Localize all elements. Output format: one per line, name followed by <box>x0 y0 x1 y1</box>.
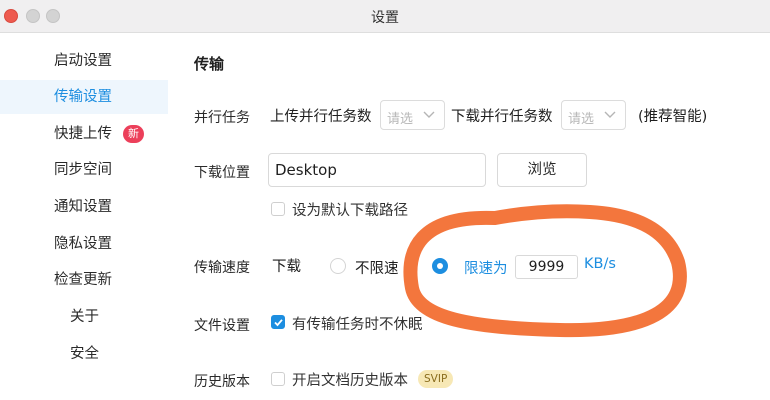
history-version-enable-label: 开启文档历史版本 <box>292 373 408 389</box>
download-location-field[interactable]: Desktop <box>268 153 486 187</box>
transfer-settings-panel: 传输 并行任务 上传并行任务数 请选 下载并行任务数 请选 (推荐智能) 下载位… <box>168 33 770 400</box>
sidebar-item-label: 隐私设置 <box>54 236 112 252</box>
sidebar-item-label: 传输设置 <box>54 89 112 105</box>
speed-limit-input[interactable]: 9999 <box>515 255 578 279</box>
sidebar-item-label: 关于 <box>70 309 99 325</box>
limit-radio[interactable] <box>432 258 448 274</box>
unlimited-label: 不限速 <box>355 261 399 277</box>
default-path-checkbox[interactable] <box>271 202 285 216</box>
upload-parallel-select[interactable]: 请选 <box>380 100 445 130</box>
sidebar-item-about[interactable]: 关于 <box>0 300 168 334</box>
sidebar-item-label: 通知设置 <box>54 199 112 215</box>
chevron-down-icon <box>423 111 435 118</box>
sidebar-item-label: 检查更新 <box>54 272 112 288</box>
sidebar-item-startup[interactable]: 启动设置 <box>0 44 168 78</box>
download-parallel-select[interactable]: 请选 <box>561 100 626 130</box>
parallel-tasks-label: 并行任务 <box>194 110 250 126</box>
checkmark-icon <box>274 319 283 327</box>
browse-button[interactable]: 浏览 <box>497 153 587 187</box>
limit-label: 限速为 <box>464 261 508 277</box>
settings-sidebar: 启动设置 传输设置 快捷上传 新 同步空间 通知设置 隐私设置 检查更新 关于 … <box>0 33 168 400</box>
sidebar-item-security[interactable]: 安全 <box>0 337 168 371</box>
new-badge: 新 <box>123 125 144 143</box>
select-placeholder: 请选 <box>387 112 414 127</box>
default-path-label: 设为默认下载路径 <box>292 203 408 219</box>
sidebar-item-label: 同步空间 <box>54 162 112 178</box>
upload-parallel-label: 上传并行任务数 <box>270 109 372 125</box>
download-location-value: Desktop <box>275 161 337 179</box>
recommend-hint: (推荐智能) <box>638 109 708 125</box>
history-version-label: 历史版本 <box>194 374 250 390</box>
window-title: 设置 <box>371 10 399 26</box>
unlimited-radio[interactable] <box>330 258 346 274</box>
download-speed-label: 下载 <box>272 259 301 275</box>
sidebar-item-notifications[interactable]: 通知设置 <box>0 190 168 224</box>
sidebar-item-label: 安全 <box>70 346 99 362</box>
sidebar-item-transfer[interactable]: 传输设置 <box>0 80 168 114</box>
sidebar-item-check-update[interactable]: 检查更新 <box>0 263 168 297</box>
download-location-label: 下载位置 <box>194 165 250 181</box>
sidebar-item-label: 快捷上传 <box>54 126 112 142</box>
select-placeholder: 请选 <box>568 112 595 127</box>
chevron-down-icon <box>604 111 616 118</box>
sidebar-item-quick-upload[interactable]: 快捷上传 新 <box>0 117 168 151</box>
no-sleep-label: 有传输任务时不休眠 <box>292 317 423 333</box>
download-parallel-label: 下载并行任务数 <box>451 109 553 125</box>
svip-badge: SVIP <box>418 370 454 388</box>
section-title: 传输 <box>194 55 225 73</box>
sidebar-item-privacy[interactable]: 隐私设置 <box>0 227 168 261</box>
sidebar-item-label: 启动设置 <box>54 53 112 69</box>
transfer-speed-label: 传输速度 <box>194 260 250 276</box>
history-version-checkbox[interactable] <box>271 372 285 386</box>
sidebar-item-sync-space[interactable]: 同步空间 <box>0 153 168 187</box>
no-sleep-checkbox[interactable] <box>271 315 285 329</box>
file-settings-label: 文件设置 <box>194 318 250 334</box>
speed-unit: KB/s <box>584 256 616 272</box>
title-bar: 设置 <box>0 0 770 33</box>
